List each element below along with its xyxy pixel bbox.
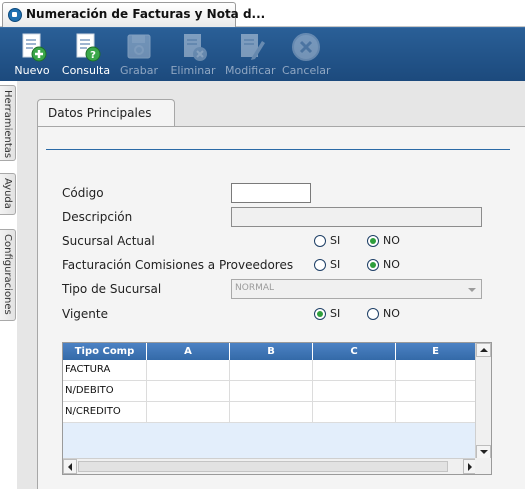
toolbar: Nuevo ? Consulta Grabar Eliminar Modific… xyxy=(0,27,525,81)
new-document-icon xyxy=(22,33,47,62)
query-document-icon: ? xyxy=(76,33,101,62)
table-row[interactable]: FACTURA xyxy=(63,360,491,381)
radio-checked-icon xyxy=(367,235,379,247)
query-button[interactable]: ? Consulta xyxy=(61,29,111,79)
save-disk-icon xyxy=(127,34,151,59)
chevron-down-icon xyxy=(468,288,476,292)
cancel-button-label: Cancelar xyxy=(282,64,331,77)
cancel-button[interactable]: Cancelar xyxy=(282,29,331,79)
side-tab-configuraciones[interactable]: Configuraciones xyxy=(0,229,16,321)
grid-cell[interactable] xyxy=(230,402,313,423)
edit-button[interactable]: Modificar xyxy=(225,29,276,79)
delete-document-icon xyxy=(184,34,207,61)
grid-cell[interactable] xyxy=(396,360,476,381)
window-tab-strip: Numeración de Facturas y Nota d... xyxy=(0,0,525,27)
tab-datos-principales[interactable]: Datos Principales xyxy=(37,99,175,127)
facturacion-comisiones-label: Facturación Comisiones a Proveedores xyxy=(62,258,294,272)
edit-button-label: Modificar xyxy=(225,64,276,77)
grid-header-e[interactable]: E xyxy=(396,343,476,360)
save-button-label: Grabar xyxy=(119,64,159,77)
grid-header-c[interactable]: C xyxy=(313,343,396,360)
sucursal-actual-si-label: SI xyxy=(330,234,341,247)
radio-unchecked-icon xyxy=(314,235,326,247)
side-tab-herramientas[interactable]: Herramientas xyxy=(0,85,16,161)
side-tab-ayuda[interactable]: Ayuda xyxy=(0,173,16,215)
radio-unchecked-icon xyxy=(367,308,379,320)
facturacion-comisiones-si-label: SI xyxy=(330,258,341,271)
grid-empty-area xyxy=(63,423,476,459)
grid-header-tipo-comp[interactable]: Tipo Comp xyxy=(63,343,147,360)
scroll-left-arrow-icon[interactable] xyxy=(63,459,77,474)
query-button-label: Consulta xyxy=(61,64,111,77)
app-logo-icon xyxy=(8,8,22,22)
grid-cell[interactable]: FACTURA xyxy=(63,360,147,381)
window-tab-title: Numeración de Facturas y Nota d... xyxy=(26,7,266,21)
grid-cell[interactable] xyxy=(230,360,313,381)
section-divider xyxy=(46,149,510,150)
tab-datos-principales-label: Datos Principales xyxy=(48,106,152,120)
form-panel: Código Descripción Sucursal Actual SI NO… xyxy=(37,126,525,489)
grid-cell[interactable] xyxy=(230,381,313,402)
radio-checked-icon xyxy=(367,259,379,271)
new-button-label: Nuevo xyxy=(14,64,50,77)
codigo-label: Código xyxy=(62,186,104,200)
grid-cell[interactable] xyxy=(313,402,396,423)
side-tabs: Herramientas Ayuda Configuraciones xyxy=(0,81,17,489)
descripcion-label: Descripción xyxy=(62,210,133,224)
grid-header: Tipo Comp A B C E xyxy=(63,343,491,360)
delete-button-label: Eliminar xyxy=(170,64,216,77)
grid-cell[interactable] xyxy=(396,381,476,402)
tipo-sucursal-label: Tipo de Sucursal xyxy=(62,282,162,296)
grid-header-a[interactable]: A xyxy=(147,343,230,360)
grid-cell[interactable]: N/CREDITO xyxy=(63,402,147,423)
tipo-sucursal-value: NORMAL xyxy=(235,283,275,293)
facturacion-comisiones-no-label: NO xyxy=(383,258,400,271)
grid-cell[interactable] xyxy=(147,381,230,402)
edit-document-icon xyxy=(241,34,265,60)
window-tab-numeracion[interactable]: Numeración de Facturas y Nota d... xyxy=(2,2,265,27)
codigo-input[interactable] xyxy=(231,183,311,203)
sucursal-actual-no-label: NO xyxy=(383,234,400,247)
scroll-up-arrow-icon[interactable] xyxy=(476,343,491,357)
scrollbar-corner xyxy=(475,458,491,474)
table-row[interactable]: N/CREDITO xyxy=(63,402,491,423)
grid-cell[interactable]: N/DEBITO xyxy=(63,381,147,402)
new-button[interactable]: Nuevo xyxy=(10,29,54,79)
radio-unchecked-icon xyxy=(314,259,326,271)
cancel-circle-icon xyxy=(292,33,320,61)
grid-header-b[interactable]: B xyxy=(230,343,313,360)
grid-cell[interactable] xyxy=(313,360,396,381)
vigente-si-label: SI xyxy=(330,307,341,320)
side-tab-herramientas-label: Herramientas xyxy=(2,90,13,159)
grid-horizontal-scrollbar[interactable] xyxy=(63,458,477,474)
scroll-down-arrow-icon[interactable] xyxy=(476,445,491,459)
side-tab-ayuda-label: Ayuda xyxy=(2,178,13,209)
main-panel: Datos Principales Código Descripción Suc… xyxy=(17,81,525,489)
sucursal-actual-label: Sucursal Actual xyxy=(62,234,155,248)
grid-vertical-scrollbar[interactable] xyxy=(475,343,491,459)
tipo-sucursal-select[interactable]: NORMAL xyxy=(231,279,482,299)
delete-button[interactable]: Eliminar xyxy=(170,29,216,79)
scrollbar-thumb[interactable] xyxy=(78,461,448,472)
grid-cell[interactable] xyxy=(396,402,476,423)
side-tab-configuraciones-label: Configuraciones xyxy=(2,234,13,315)
table-row[interactable]: N/DEBITO xyxy=(63,381,491,402)
grid-cell[interactable] xyxy=(147,360,230,381)
save-button[interactable]: Grabar xyxy=(118,29,160,79)
grid-cell[interactable] xyxy=(147,402,230,423)
comprobantes-grid[interactable]: Tipo Comp A B C E FACTURA N/DEBITO N/CRE… xyxy=(62,342,492,475)
svg-text:?: ? xyxy=(90,50,96,61)
vigente-no-label: NO xyxy=(383,307,400,320)
radio-checked-icon xyxy=(314,308,326,320)
grid-cell[interactable] xyxy=(313,381,396,402)
vigente-label: Vigente xyxy=(62,307,108,321)
descripcion-input[interactable] xyxy=(231,207,482,227)
